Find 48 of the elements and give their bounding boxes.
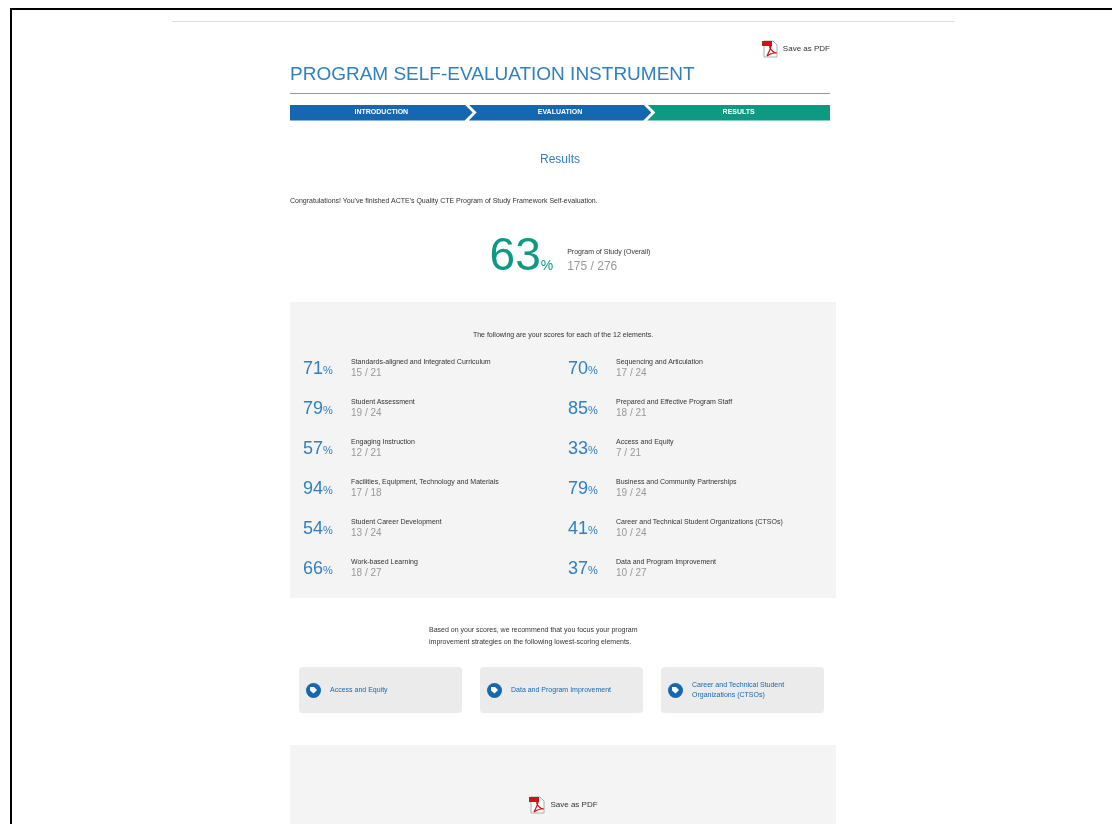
element-score: 19 / 24 xyxy=(351,407,383,420)
element-score: 17 / 18 xyxy=(351,487,383,500)
score-percent: 85 xyxy=(568,397,589,418)
percent-sign: % xyxy=(588,523,598,536)
score-percent: 79 xyxy=(568,477,589,498)
overall-percent: 63 xyxy=(489,228,541,280)
score-percent: 41 xyxy=(568,517,589,538)
percent-sign: % xyxy=(323,523,333,536)
results-heading: Results xyxy=(540,151,580,166)
tag-icon xyxy=(487,682,502,698)
percent-sign: % xyxy=(588,483,598,496)
score-percent: 79 xyxy=(303,397,324,418)
percent-sign: % xyxy=(588,363,598,376)
element-score: 13 / 24 xyxy=(351,527,383,540)
element-score: 17 / 24 xyxy=(616,367,648,380)
element-score: 10 / 24 xyxy=(616,527,648,540)
score-percent: 37 xyxy=(568,557,589,578)
score-percent: 33 xyxy=(568,437,589,458)
score-percent: 57 xyxy=(303,437,324,458)
score-percent: 66 xyxy=(303,557,324,578)
percent-sign: % xyxy=(323,363,333,376)
score-percent: 54 xyxy=(303,517,324,538)
save-pdf-link[interactable]: Save as PDF xyxy=(782,43,830,55)
save-pdf-link[interactable]: Save as PDF xyxy=(550,798,598,811)
element-score: 15 / 21 xyxy=(351,367,383,380)
element-score: 7 / 21 xyxy=(616,447,643,460)
overall-score: 175 / 276 xyxy=(567,258,619,275)
percent-sign: % xyxy=(323,403,333,416)
percent-sign: % xyxy=(323,483,333,496)
score-percent: 94 xyxy=(303,477,324,498)
tag-icon xyxy=(306,682,321,698)
element-score: 18 / 27 xyxy=(351,567,383,580)
score-percent: 70 xyxy=(568,357,589,378)
score-percent: 71 xyxy=(303,357,324,378)
percent-sign: % xyxy=(588,563,598,576)
element-score: 10 / 27 xyxy=(616,567,648,580)
pdf-icon xyxy=(528,795,547,814)
percent-sign: % xyxy=(588,403,598,416)
element-score: 19 / 24 xyxy=(616,487,648,500)
percent-sign: % xyxy=(540,257,554,273)
percent-sign: % xyxy=(588,443,598,456)
percent-sign: % xyxy=(323,443,333,456)
percent-sign: % xyxy=(323,563,333,576)
page-title: PROGRAM SELF-EVALUATION INSTRUMENT xyxy=(290,62,696,86)
element-score: 12 / 21 xyxy=(351,447,383,460)
element-score: 18 / 21 xyxy=(616,407,648,420)
tag-icon xyxy=(668,682,683,698)
pdf-icon xyxy=(760,40,779,58)
